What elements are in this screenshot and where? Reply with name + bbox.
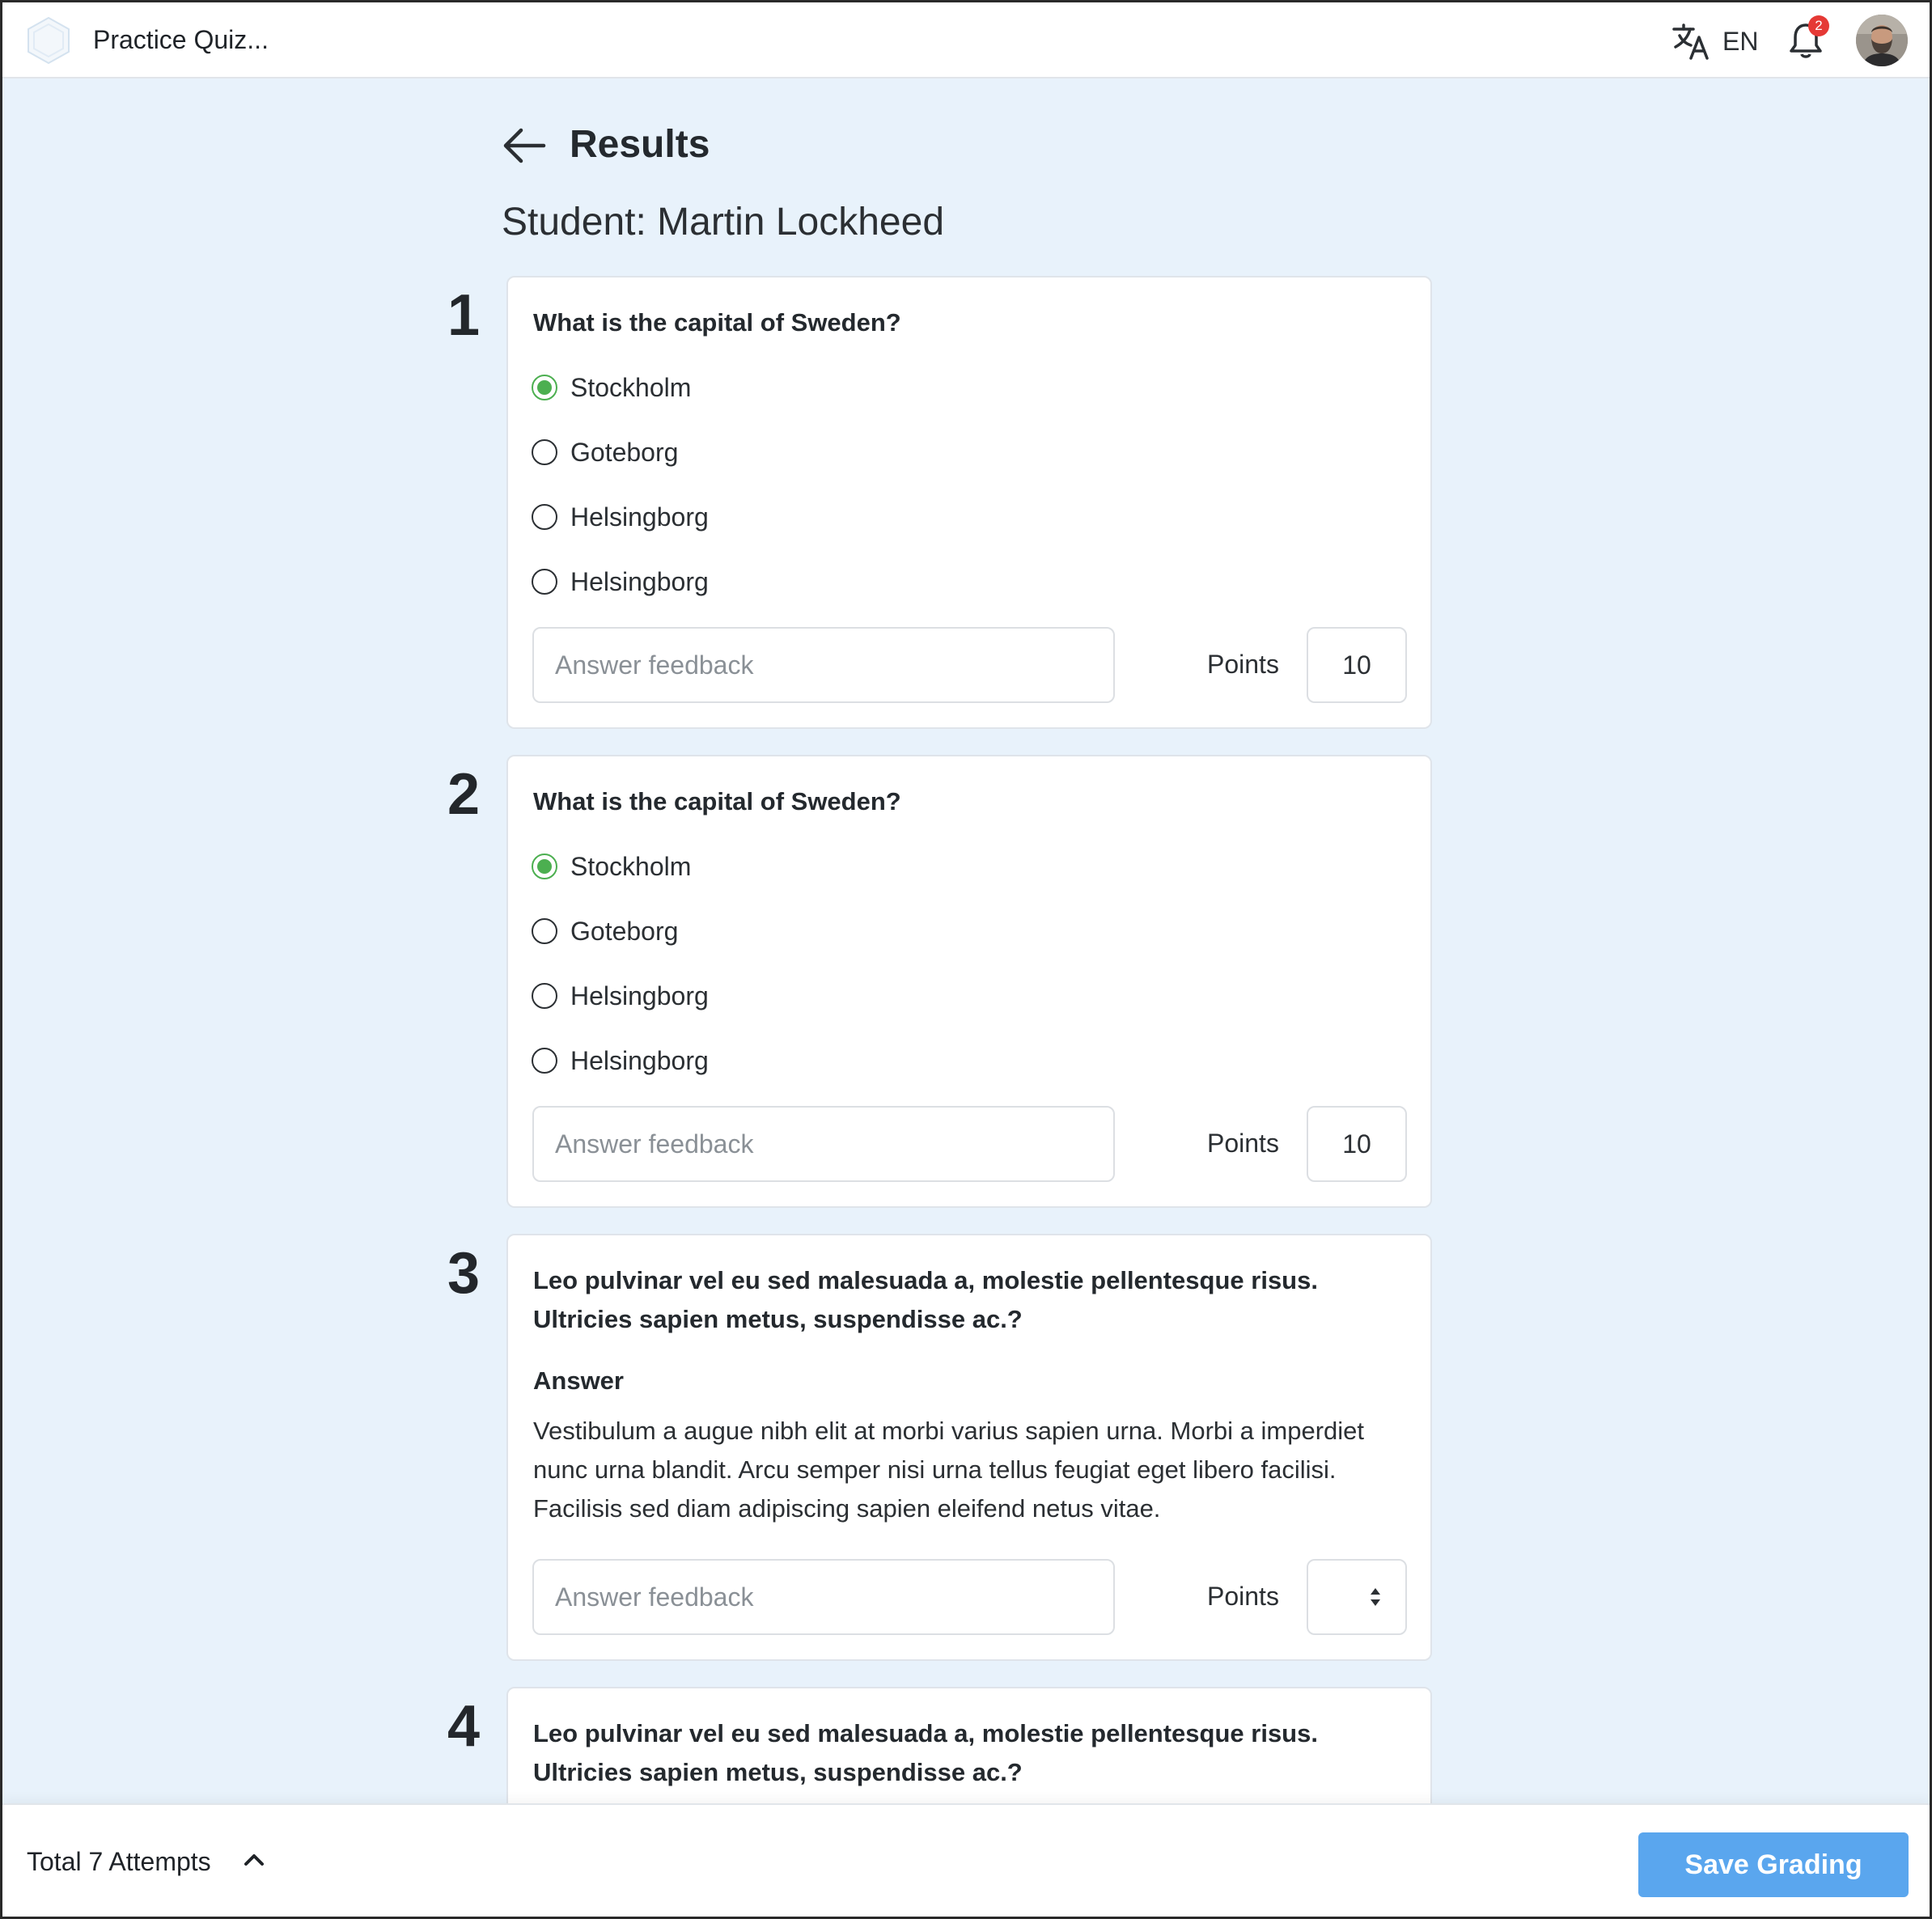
logo-icon[interactable]: [25, 16, 72, 65]
points-input[interactable]: 10: [1307, 1106, 1407, 1182]
points-label: Points: [1207, 1129, 1279, 1158]
back-arrow-icon[interactable]: [502, 124, 547, 167]
radio-button[interactable]: [532, 439, 557, 465]
app-title: Practice Quiz...: [93, 25, 269, 54]
answer-option[interactable]: Helsingborg: [532, 566, 709, 598]
question-number: 4: [447, 1694, 481, 1759]
option-label: Stockholm: [570, 851, 692, 881]
attempts-label[interactable]: Total 7 Attempts: [27, 1847, 211, 1877]
question-number: 1: [447, 283, 481, 348]
question-number: 2: [447, 762, 481, 827]
question-text-line: Leo pulvinar vel eu sed malesuada a, mol…: [533, 1266, 1318, 1294]
avatar[interactable]: [1856, 15, 1908, 66]
question-number: 3: [447, 1241, 481, 1306]
chevron-up-icon[interactable]: [242, 1847, 266, 1871]
answer-text-line: nunc urna blandit. Arcu semper nisi urna…: [533, 1455, 1337, 1484]
radio-button[interactable]: [532, 983, 557, 1009]
points-input[interactable]: 10: [1307, 627, 1407, 703]
spinner-icon[interactable]: [1370, 1586, 1381, 1608]
question-card: What is the capital of Sweden? Stockholm…: [506, 276, 1432, 729]
top-bar: Practice Quiz... EN 2: [2, 2, 1930, 78]
points-input[interactable]: [1307, 1559, 1407, 1635]
option-label: Helsingborg: [570, 981, 709, 1010]
option-label: Goteborg: [570, 916, 679, 946]
question-text-line: Leo pulvinar vel eu sed malesuada a, mol…: [533, 1719, 1318, 1747]
language-label[interactable]: EN: [1722, 27, 1758, 57]
answer-option[interactable]: Stockholm: [532, 850, 691, 883]
answer-feedback-input[interactable]: [532, 627, 1115, 703]
question-card: Leo pulvinar vel eu sed malesuada a, mol…: [506, 1234, 1432, 1661]
answer-option[interactable]: Goteborg: [532, 915, 678, 947]
bottom-bar: Total 7 Attempts Save Grading: [2, 1803, 1930, 1917]
radio-button-checked[interactable]: [532, 854, 557, 879]
option-label: Stockholm: [570, 372, 692, 402]
answer-option[interactable]: Helsingborg: [532, 980, 709, 1012]
answer-feedback-input[interactable]: [532, 1559, 1115, 1635]
radio-button[interactable]: [532, 918, 557, 944]
answer-feedback-input[interactable]: [532, 1106, 1115, 1182]
radio-button[interactable]: [532, 569, 557, 595]
question-text: What is the capital of Sweden?: [533, 308, 901, 337]
question-text-line: Ultricies sapien metus, suspendisse ac.?: [533, 1305, 1023, 1333]
points-label: Points: [1207, 650, 1279, 679]
question-text: What is the capital of Sweden?: [533, 787, 901, 815]
save-grading-button[interactable]: Save Grading: [1638, 1832, 1909, 1897]
answer-heading: Answer: [533, 1366, 624, 1395]
answer-option[interactable]: Stockholm: [532, 371, 691, 404]
option-label: Helsingborg: [570, 566, 709, 596]
radio-button[interactable]: [532, 504, 557, 530]
answer-text-line: Vestibulum a augue nibh elit at morbi va…: [533, 1417, 1364, 1445]
option-label: Helsingborg: [570, 502, 709, 532]
answer-option[interactable]: Helsingborg: [532, 501, 709, 533]
radio-button-checked[interactable]: [532, 375, 557, 400]
translate-icon[interactable]: [1671, 23, 1710, 60]
answer-option[interactable]: Goteborg: [532, 436, 678, 468]
page-title: Results: [570, 123, 710, 166]
question-text-line: Ultricies sapien metus, suspendisse ac.?: [533, 1758, 1023, 1786]
points-label: Points: [1207, 1582, 1279, 1611]
option-label: Helsingborg: [570, 1045, 709, 1075]
notification-badge: 2: [1808, 15, 1829, 36]
radio-button[interactable]: [532, 1048, 557, 1074]
option-label: Goteborg: [570, 437, 679, 467]
student-name: Student: Martin Lockheed: [502, 201, 945, 244]
answer-text-line: Facilisis sed diam adipiscing sapien ele…: [533, 1494, 1161, 1523]
answer-option[interactable]: Helsingborg: [532, 1044, 709, 1077]
question-card: What is the capital of Sweden? Stockholm…: [506, 755, 1432, 1208]
